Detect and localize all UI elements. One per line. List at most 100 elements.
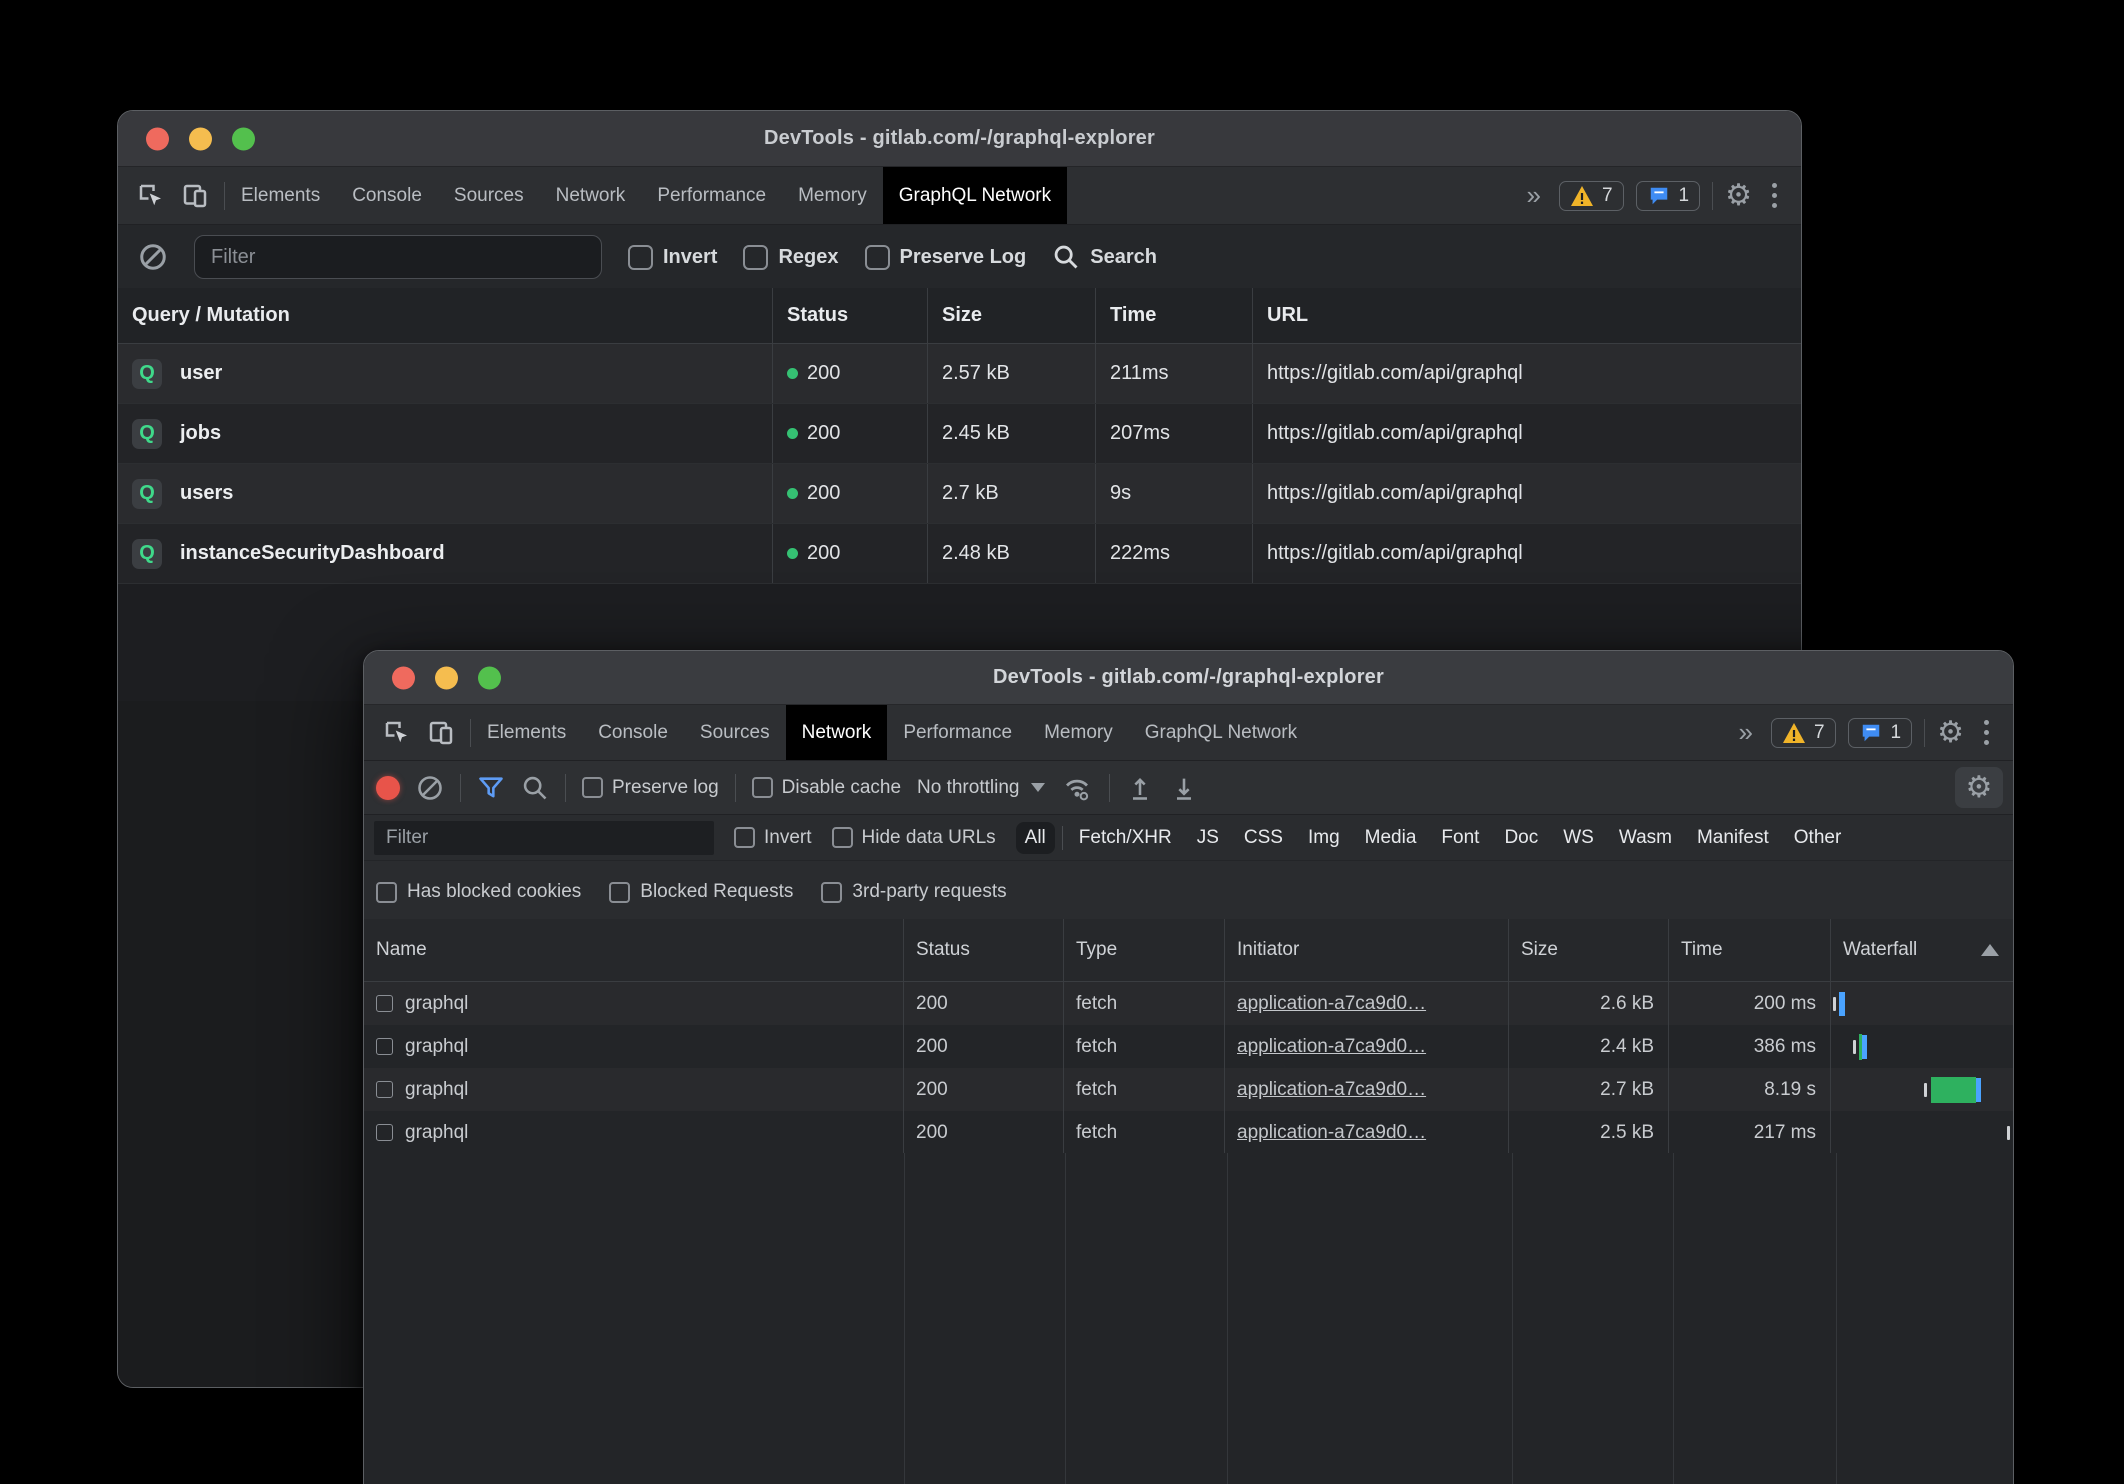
tab-graphql-network[interactable]: GraphQL Network — [1129, 705, 1313, 760]
filter-chip-manifest[interactable]: Manifest — [1688, 822, 1778, 854]
block-icon[interactable] — [138, 242, 168, 272]
col-size[interactable]: Size — [928, 288, 1096, 343]
minimize-button[interactable] — [189, 127, 212, 150]
col-time[interactable]: Time — [1096, 288, 1253, 343]
zoom-button[interactable] — [478, 666, 501, 689]
preserve-log-checkbox[interactable]: Preserve log — [582, 777, 719, 799]
filter-input[interactable]: Filter — [194, 235, 602, 279]
tab-network[interactable]: Network — [786, 705, 888, 760]
search-button[interactable]: Search — [1052, 243, 1157, 271]
row-checkbox[interactable] — [376, 1081, 393, 1098]
filter-chip-wasm[interactable]: Wasm — [1610, 822, 1681, 854]
initiator-link[interactable]: application-a7ca9d0… — [1237, 993, 1426, 1015]
inspect-element-icon[interactable] — [136, 181, 166, 211]
row-checkbox[interactable] — [376, 1124, 393, 1141]
table-row[interactable]: graphql 200 fetch application-a7ca9d0… 2… — [364, 1068, 2013, 1111]
disable-cache-checkbox[interactable]: Disable cache — [752, 777, 901, 799]
col-initiator[interactable]: Initiator — [1225, 919, 1509, 981]
initiator-link[interactable]: application-a7ca9d0… — [1237, 1079, 1426, 1101]
tab-memory[interactable]: Memory — [782, 167, 883, 224]
has-blocked-cookies-checkbox[interactable]: Has blocked cookies — [376, 881, 581, 903]
device-toolbar-icon[interactable] — [426, 718, 456, 748]
search-icon[interactable] — [521, 774, 549, 802]
table-row[interactable]: Qjobs 200 2.45 kB 207ms https://gitlab.c… — [118, 404, 1801, 464]
more-options-icon[interactable] — [1764, 183, 1785, 208]
filter-chip-other[interactable]: Other — [1785, 822, 1851, 854]
filter-input[interactable]: Filter — [374, 821, 714, 855]
issues-badge[interactable]: 1 — [1848, 718, 1913, 748]
table-row[interactable]: Qusers 200 2.7 kB 9s https://gitlab.com/… — [118, 464, 1801, 524]
table-row[interactable]: Quser 200 2.57 kB 211ms https://gitlab.c… — [118, 344, 1801, 404]
invert-checkbox[interactable]: Invert — [734, 827, 812, 849]
titlebar[interactable]: DevTools - gitlab.com/-/graphql-explorer — [364, 651, 2013, 705]
close-button[interactable] — [146, 127, 169, 150]
col-url[interactable]: URL — [1253, 288, 1801, 343]
tab-console[interactable]: Console — [336, 167, 438, 224]
close-button[interactable] — [392, 666, 415, 689]
settings-gear-icon[interactable]: ⚙ — [1937, 718, 1964, 748]
table-row[interactable]: graphql 200 fetch application-a7ca9d0… 2… — [364, 982, 2013, 1025]
col-time[interactable]: Time — [1669, 919, 1831, 981]
minimize-button[interactable] — [435, 666, 458, 689]
col-name[interactable]: Name — [364, 919, 904, 981]
filter-chip-all[interactable]: All — [1016, 822, 1055, 854]
hide-data-urls-checkbox[interactable]: Hide data URLs — [832, 827, 996, 849]
inspect-element-icon[interactable] — [382, 718, 412, 748]
col-status[interactable]: Status — [773, 288, 928, 343]
throttling-select[interactable]: No throttling — [917, 777, 1045, 799]
tab-elements[interactable]: Elements — [471, 705, 582, 760]
table-row[interactable]: QinstanceSecurityDashboard 200 2.48 kB 2… — [118, 524, 1801, 584]
tab-performance[interactable]: Performance — [887, 705, 1028, 760]
export-har-icon[interactable] — [1170, 774, 1198, 802]
zoom-button[interactable] — [232, 127, 255, 150]
row-checkbox[interactable] — [376, 1038, 393, 1055]
tab-memory[interactable]: Memory — [1028, 705, 1129, 760]
filter-chip-css[interactable]: CSS — [1235, 822, 1292, 854]
invert-checkbox[interactable]: Invert — [628, 245, 717, 270]
table-row[interactable]: graphql 200 fetch application-a7ca9d0… 2… — [364, 1025, 2013, 1068]
regex-checkbox[interactable]: Regex — [743, 245, 838, 270]
more-tabs-icon[interactable]: » — [1732, 717, 1758, 748]
device-toolbar-icon[interactable] — [180, 181, 210, 211]
network-conditions-icon[interactable] — [1061, 773, 1093, 803]
col-type[interactable]: Type — [1064, 919, 1225, 981]
network-settings-button[interactable]: ⚙ — [1955, 767, 2003, 808]
initiator-link[interactable]: application-a7ca9d0… — [1237, 1122, 1426, 1144]
filter-funnel-icon[interactable] — [477, 774, 505, 802]
filter-chip-ws[interactable]: WS — [1554, 822, 1603, 854]
more-tabs-icon[interactable]: » — [1520, 180, 1546, 211]
warnings-badge[interactable]: 7 — [1559, 181, 1624, 211]
titlebar[interactable]: DevTools - gitlab.com/-/graphql-explorer — [118, 111, 1801, 167]
settings-gear-icon[interactable]: ⚙ — [1725, 181, 1752, 211]
tab-performance[interactable]: Performance — [641, 167, 782, 224]
col-waterfall[interactable]: Waterfall — [1831, 919, 2013, 981]
table-row[interactable]: graphql 200 fetch application-a7ca9d0… 2… — [364, 1111, 2013, 1154]
import-har-icon[interactable] — [1126, 774, 1154, 802]
more-options-icon[interactable] — [1976, 720, 1997, 745]
tab-elements[interactable]: Elements — [225, 167, 336, 224]
filter-chip-js[interactable]: JS — [1188, 822, 1228, 854]
blocked-requests-checkbox[interactable]: Blocked Requests — [609, 881, 793, 903]
filter-chip-img[interactable]: Img — [1299, 822, 1349, 854]
record-network-log-icon[interactable] — [376, 776, 400, 800]
tab-sources[interactable]: Sources — [684, 705, 786, 760]
desktop: DevTools - gitlab.com/-/graphql-explorer… — [0, 0, 2124, 1484]
row-checkbox[interactable] — [376, 995, 393, 1012]
tab-sources[interactable]: Sources — [438, 167, 540, 224]
col-status[interactable]: Status — [904, 919, 1064, 981]
col-size[interactable]: Size — [1509, 919, 1669, 981]
clear-icon[interactable] — [416, 774, 444, 802]
filter-chip-media[interactable]: Media — [1356, 822, 1426, 854]
tab-graphql-network[interactable]: GraphQL Network — [883, 167, 1067, 224]
issues-badge[interactable]: 1 — [1636, 181, 1701, 211]
filter-chip-doc[interactable]: Doc — [1495, 822, 1547, 854]
filter-chip-fetch-xhr[interactable]: Fetch/XHR — [1070, 822, 1181, 854]
tab-console[interactable]: Console — [582, 705, 684, 760]
warnings-badge[interactable]: 7 — [1771, 718, 1836, 748]
initiator-link[interactable]: application-a7ca9d0… — [1237, 1036, 1426, 1058]
third-party-requests-checkbox[interactable]: 3rd-party requests — [821, 881, 1006, 903]
tab-network[interactable]: Network — [540, 167, 642, 224]
filter-chip-font[interactable]: Font — [1432, 822, 1488, 854]
preserve-log-checkbox[interactable]: Preserve Log — [865, 245, 1027, 270]
col-query-mutation[interactable]: Query / Mutation — [118, 288, 773, 343]
